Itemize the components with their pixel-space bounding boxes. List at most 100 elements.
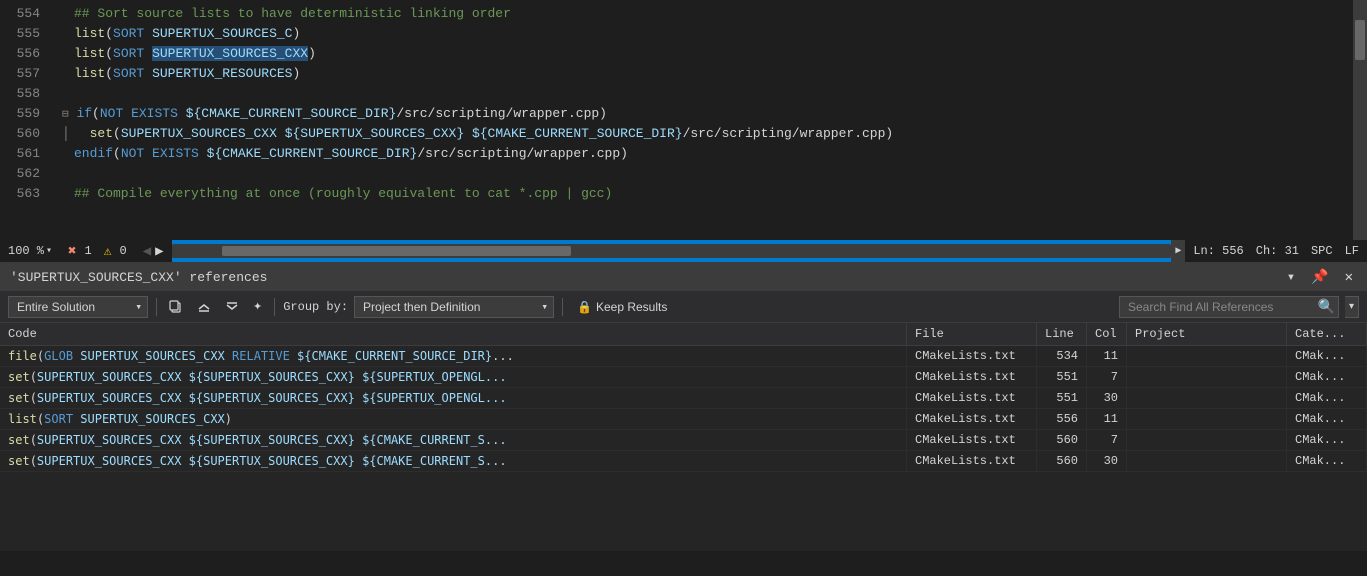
line-num-558: 558: [10, 84, 40, 104]
copy-btn[interactable]: [165, 296, 187, 318]
h-scrollbar-thumb[interactable]: [222, 246, 572, 256]
result-code-3: list(SORT SUPERTUX_SOURCES_CXX): [0, 409, 907, 430]
close-panel-btn[interactable]: ✕: [1341, 267, 1357, 288]
results-scroll[interactable]: Code File Line Col Project Cate... file(…: [0, 323, 1367, 551]
line-num-563: 563: [10, 184, 40, 204]
scope-dropdown[interactable]: Entire Solution Current Project Current …: [8, 296, 148, 318]
result-col-5: 30: [1087, 451, 1127, 472]
result-code-0: file(GLOB SUPERTUX_SOURCES_CXX RELATIVE …: [0, 346, 907, 367]
result-row-2[interactable]: set(SUPERTUX_SOURCES_CXX ${SUPERTUX_SOUR…: [0, 388, 1367, 409]
result-cate-5: CMak...: [1287, 451, 1367, 472]
result-row-3[interactable]: list(SORT SUPERTUX_SOURCES_CXX) CMakeLis…: [0, 409, 1367, 430]
code-line-556: list(SORT SUPERTUX_SOURCES_CXX): [50, 44, 1353, 64]
line-num-561: 561: [10, 144, 40, 164]
result-project-1: [1127, 367, 1287, 388]
result-code-4: set(SUPERTUX_SOURCES_CXX ${SUPERTUX_SOUR…: [0, 430, 907, 451]
result-code-5: set(SUPERTUX_SOURCES_CXX ${SUPERTUX_SOUR…: [0, 451, 907, 472]
group-by-label: Group by:: [283, 300, 348, 314]
result-code-1: set(SUPERTUX_SOURCES_CXX ${SUPERTUX_SOUR…: [0, 367, 907, 388]
demote-btn[interactable]: [221, 296, 243, 318]
toolbar-sep-1: [156, 298, 157, 316]
horizontal-scrollbar[interactable]: [172, 244, 1172, 258]
error-icon: ✖: [68, 243, 76, 260]
promote-icon: [197, 300, 211, 314]
line-num-559: 559: [10, 104, 40, 124]
result-line-4: 560: [1037, 430, 1087, 451]
status-bar: 100 % ▾ ✖ 1 ⚠ 0 ◀ ▶ ▶ Ln: 556 Ch: 31 SPC…: [0, 240, 1367, 262]
result-file-2: CMakeLists.txt: [907, 388, 1037, 409]
col-header-cate: Cate...: [1287, 323, 1367, 346]
results-body: file(GLOB SUPERTUX_SOURCES_CXX RELATIVE …: [0, 346, 1367, 472]
result-row-1[interactable]: set(SUPERTUX_SOURCES_CXX ${SUPERTUX_SOUR…: [0, 367, 1367, 388]
expand-btn[interactable]: ✦: [249, 296, 266, 318]
result-project-2: [1127, 388, 1287, 409]
code-line-561: endif(NOT EXISTS ${CMAKE_CURRENT_SOURCE_…: [50, 144, 1353, 164]
result-cate-4: CMak...: [1287, 430, 1367, 451]
result-project-3: [1127, 409, 1287, 430]
scroll-right-btn[interactable]: ▶: [1171, 240, 1185, 262]
scope-dropdown-wrapper[interactable]: Entire Solution Current Project Current …: [8, 296, 148, 318]
result-project-5: [1127, 451, 1287, 472]
result-project-0: [1127, 346, 1287, 367]
col-header-line: Line: [1037, 323, 1087, 346]
promote-btn[interactable]: [193, 296, 215, 318]
result-cate-0: CMak...: [1287, 346, 1367, 367]
toolbar-sep-2: [274, 298, 275, 316]
nav-back-icon[interactable]: ◀: [143, 243, 151, 260]
pin-btn[interactable]: 📌: [1307, 267, 1332, 288]
toolbar-sep-3: [562, 298, 563, 316]
results-container[interactable]: Code File Line Col Project Cate... file(…: [0, 323, 1367, 551]
find-refs-titlebar: 'SUPERTUX_SOURCES_CXX' references ▾ 📌 ✕: [0, 263, 1367, 291]
nav-arrows[interactable]: ◀ ▶: [135, 240, 172, 262]
result-file-0: CMakeLists.txt: [907, 346, 1037, 367]
nav-forward-icon[interactable]: ▶: [155, 243, 163, 260]
keep-results-btn[interactable]: 🔒 Keep Results: [571, 298, 673, 316]
find-refs-panel: 'SUPERTUX_SOURCES_CXX' references ▾ 📌 ✕ …: [0, 262, 1367, 551]
search-input[interactable]: [1119, 296, 1339, 318]
search-box-wrapper[interactable]: 🔍: [1119, 296, 1339, 318]
code-line-560: │ set(SUPERTUX_SOURCES_CXX ${SUPERTUX_SO…: [50, 124, 1353, 144]
code-line-559: ⊟ if(NOT EXISTS ${CMAKE_CURRENT_SOURCE_D…: [50, 104, 1353, 124]
line-num-560: 560: [10, 124, 40, 144]
line-num-555: 555: [10, 24, 40, 44]
search-btn[interactable]: 🔍: [1318, 298, 1335, 315]
zoom-level[interactable]: 100 % ▾: [0, 240, 60, 262]
result-col-0: 11: [1087, 346, 1127, 367]
error-warning-status[interactable]: ✖ 1 ⚠ 0: [60, 240, 135, 262]
result-row-5[interactable]: set(SUPERTUX_SOURCES_CXX ${SUPERTUX_SOUR…: [0, 451, 1367, 472]
line-num-556: 556: [10, 44, 40, 64]
result-file-4: CMakeLists.txt: [907, 430, 1037, 451]
result-file-5: CMakeLists.txt: [907, 451, 1037, 472]
editor-scrollbar[interactable]: [1353, 0, 1367, 240]
group-dropdown-wrapper[interactable]: Project then Definition Definition Proje…: [354, 296, 554, 318]
search-dropdown-btn[interactable]: ▾: [1345, 296, 1359, 318]
find-refs-toolbar: Entire Solution Current Project Current …: [0, 291, 1367, 323]
code-line-555: list(SORT SUPERTUX_SOURCES_C): [50, 24, 1353, 44]
result-file-1: CMakeLists.txt: [907, 367, 1037, 388]
result-line-3: 556: [1037, 409, 1087, 430]
pin-dropdown-btn[interactable]: ▾: [1283, 267, 1299, 288]
zoom-dropdown-icon[interactable]: ▾: [46, 245, 52, 257]
result-row-4[interactable]: set(SUPERTUX_SOURCES_CXX ${SUPERTUX_SOUR…: [0, 430, 1367, 451]
line-num-554: 554: [10, 4, 40, 24]
result-col-1: 7: [1087, 367, 1127, 388]
code-line-554: ## Sort source lists to have determinist…: [50, 4, 1353, 24]
col-header-col: Col: [1087, 323, 1127, 346]
result-project-4: [1127, 430, 1287, 451]
editor-area: 554 555 556 557 558 559 560 561 562 563 …: [0, 0, 1367, 240]
warning-icon: ⚠: [104, 244, 112, 259]
group-dropdown[interactable]: Project then Definition Definition Proje…: [354, 296, 554, 318]
code-line-562: [50, 164, 1353, 184]
error-count: 1: [84, 244, 91, 258]
editor-scrollbar-thumb[interactable]: [1355, 20, 1365, 60]
result-line-0: 534: [1037, 346, 1087, 367]
result-file-3: CMakeLists.txt: [907, 409, 1037, 430]
result-line-2: 551: [1037, 388, 1087, 409]
col-header-code: Code: [0, 323, 907, 346]
result-line-5: 560: [1037, 451, 1087, 472]
col-header-project: Project: [1127, 323, 1287, 346]
result-row-0[interactable]: file(GLOB SUPERTUX_SOURCES_CXX RELATIVE …: [0, 346, 1367, 367]
code-line-558: [50, 84, 1353, 104]
code-content[interactable]: ## Sort source lists to have determinist…: [50, 0, 1353, 240]
result-line-1: 551: [1037, 367, 1087, 388]
